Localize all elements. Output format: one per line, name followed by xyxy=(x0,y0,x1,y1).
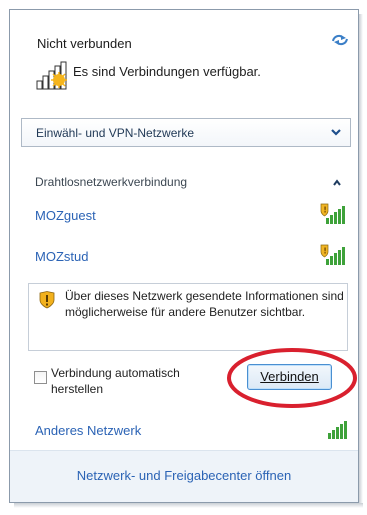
connection-status-title: Nicht verbunden xyxy=(37,36,132,51)
refresh-icon[interactable] xyxy=(331,33,349,47)
auto-connect-label[interactable]: Verbindung automatisch herstellen xyxy=(51,365,211,397)
wireless-section-label: Drahtlosnetzwerkverbindung xyxy=(35,175,188,189)
svg-text:!: ! xyxy=(323,247,327,256)
warning-shield-icon xyxy=(39,291,55,309)
security-warning-text: Über dieses Netzwerk gesendete Informati… xyxy=(65,289,344,319)
dialup-vpn-label: Einwähl- und VPN-Netzwerke xyxy=(36,126,195,140)
panel-shadow-bottom xyxy=(14,503,363,508)
secured-signal-icon: ! xyxy=(320,244,345,265)
network-sharing-center-link[interactable]: Netzwerk- und Freigabecenter öffnen xyxy=(10,468,358,483)
chevron-up-icon[interactable] xyxy=(332,178,342,188)
network-available-icon xyxy=(36,61,67,90)
network-item-mozstud[interactable]: MOZstud xyxy=(35,249,88,264)
connect-button-label: Verbinden xyxy=(260,369,319,384)
security-warning-box: Über dieses Netzwerk gesendete Informati… xyxy=(28,283,348,351)
auto-connect-checkbox[interactable] xyxy=(34,371,47,384)
secured-signal-icon: ! xyxy=(320,203,345,224)
network-item-mozguest[interactable]: MOZguest xyxy=(35,208,96,223)
dialup-vpn-dropdown[interactable]: Einwähl- und VPN-Netzwerke xyxy=(21,118,351,147)
connections-available-text: Es sind Verbindungen verfügbar. xyxy=(73,64,261,79)
chevron-down-icon xyxy=(331,129,341,136)
other-network-item[interactable]: Anderes Netzwerk xyxy=(35,423,141,438)
svg-text:!: ! xyxy=(323,206,327,215)
panel-shadow-right xyxy=(359,14,363,506)
signal-icon xyxy=(328,421,347,439)
connect-button[interactable]: Verbinden xyxy=(247,364,332,390)
footer-bar: Netzwerk- und Freigabecenter öffnen xyxy=(10,450,358,502)
